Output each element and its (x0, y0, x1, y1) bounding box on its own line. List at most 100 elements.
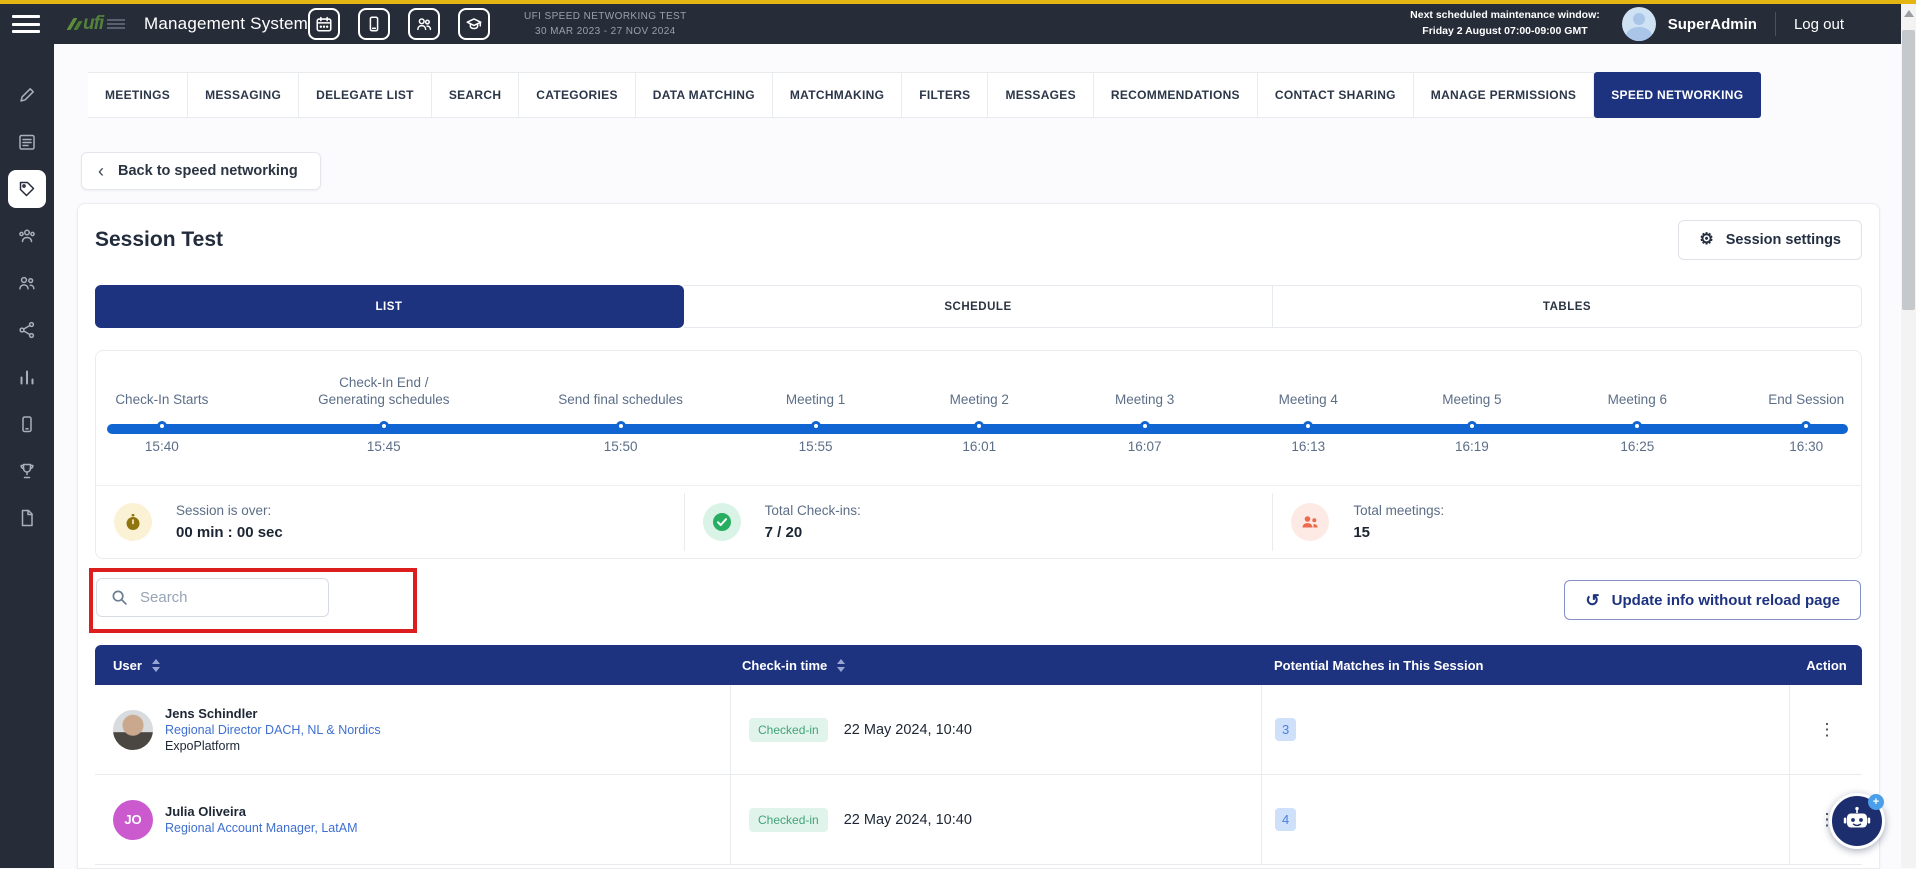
sidebar-item-community[interactable] (8, 217, 46, 255)
app-title: Management System (144, 14, 308, 34)
calendar-icon (315, 15, 333, 33)
main-content: MEETINGSMESSAGINGDELEGATE LISTSEARCHCATE… (54, 44, 1901, 868)
stat-label: Total meetings: (1353, 503, 1444, 518)
module-tab[interactable]: CATEGORIES (519, 72, 635, 118)
view-tab[interactable]: LIST (95, 285, 684, 328)
milestone-label: Send final schedules (511, 369, 731, 409)
update-info-button[interactable]: ↺ Update info without reload page (1564, 580, 1861, 620)
hamburger-menu-icon[interactable] (12, 15, 40, 33)
gear-icon: ⚙ (1699, 232, 1713, 248)
scroll-up-icon[interactable] (1904, 10, 1914, 17)
event-info: UFI SPEED NETWORKING TEST 30 MAR 2023 - … (524, 9, 687, 40)
module-tab[interactable]: RECOMMENDATIONS (1094, 72, 1258, 118)
check-circle-icon (711, 511, 733, 533)
divider (1775, 12, 1776, 36)
user-name: Julia Oliveira (165, 804, 357, 819)
module-tab[interactable]: DATA MATCHING (636, 72, 773, 118)
sidebar-item-edit[interactable] (8, 76, 46, 114)
session-card: Session Test ⚙ Session settings LISTSCHE… (77, 203, 1880, 869)
status-badge: Checked-in (749, 718, 828, 742)
edit-icon (17, 85, 37, 105)
stat-item: Session is over: 00 min : 00 sec (96, 493, 684, 551)
sidebar-item-documents[interactable] (8, 499, 46, 537)
sidebar-item-analytics[interactable] (8, 358, 46, 396)
row-avatar: JO (113, 800, 153, 840)
row-avatar (113, 710, 153, 750)
user-title-link[interactable]: Regional Director DACH, NL & Nordics (165, 723, 381, 737)
search-box[interactable] (96, 578, 329, 617)
checkin-time: 22 May 2024, 10:40 (844, 722, 972, 738)
annotation-highlight-box (89, 568, 417, 633)
module-tab[interactable]: MESSAGES (988, 72, 1093, 118)
chatbot-button[interactable]: + (1829, 793, 1885, 849)
view-tab[interactable]: TABLES (1273, 285, 1862, 328)
sidebar-item-share[interactable] (8, 311, 46, 349)
milestone-dot-icon (1467, 421, 1477, 431)
sort-icon[interactable] (152, 659, 160, 672)
stat-value: 15 (1353, 524, 1444, 541)
maintenance-notice: Next scheduled maintenance window: Frida… (1410, 8, 1600, 40)
milestone-time: 15:45 (274, 439, 494, 454)
page-scrollbar[interactable] (1901, 4, 1916, 868)
module-tab[interactable]: MESSAGING (188, 72, 299, 118)
milestone-label: End Session (1696, 369, 1880, 409)
module-tab[interactable]: MANAGE PERMISSIONS (1414, 72, 1594, 118)
sort-icon[interactable] (837, 659, 845, 672)
sidebar-item-leaderboard[interactable] (8, 452, 46, 490)
milestone-time: 15:40 (77, 439, 272, 454)
module-tab[interactable]: SEARCH (432, 72, 519, 118)
stopwatch-icon (122, 511, 144, 533)
user-name: Jens Schindler (165, 706, 381, 721)
users-button[interactable] (408, 8, 440, 40)
row-menu-button[interactable]: ⋮ (1813, 716, 1841, 744)
module-tab[interactable]: FILTERS (902, 72, 988, 118)
column-header-checkin[interactable]: Check-in time (730, 645, 1261, 685)
module-tab[interactable]: CONTACT SHARING (1258, 72, 1414, 118)
education-button[interactable] (458, 8, 490, 40)
milestone-dot-icon (1632, 421, 1642, 431)
people-icon (415, 15, 433, 33)
timeline-milestone: Check-In End / Generating schedules 15:4… (274, 369, 494, 454)
meetings-icon (1299, 511, 1321, 533)
module-tab[interactable]: MEETINGS (88, 72, 188, 118)
user-title-link[interactable]: Regional Account Manager, LatAM (165, 821, 357, 835)
stat-item: Total Check-ins: 7 / 20 (684, 493, 1273, 551)
sidebar-item-sessions[interactable] (8, 170, 46, 208)
table-row: JO Julia Oliveira Regional Account Manag… (95, 775, 1862, 865)
sidebar-item-feed[interactable] (8, 123, 46, 161)
logo-text: ufi (83, 13, 103, 35)
back-button[interactable]: ‹ Back to speed networking (81, 152, 321, 190)
top-accent-strip (0, 0, 1916, 4)
module-tab[interactable]: SPEED NETWORKING (1594, 72, 1761, 118)
feed-icon (17, 132, 37, 152)
search-icon (111, 589, 128, 606)
milestone-dot-icon (974, 421, 984, 431)
sidebar-item-people[interactable] (8, 264, 46, 302)
stat-label: Session is over: (176, 503, 283, 518)
refresh-icon: ↺ (1585, 592, 1599, 609)
logo-microtext (107, 19, 125, 29)
event-dates: 30 MAR 2023 - 27 NOV 2024 (524, 24, 687, 40)
user-avatar[interactable] (1622, 7, 1656, 41)
timeline-milestone: End Session 16:30 (1696, 369, 1880, 454)
column-header-user[interactable]: User (95, 645, 730, 685)
mobile-app-button[interactable] (358, 8, 390, 40)
logout-button[interactable]: Log out (1794, 16, 1844, 33)
stat-value: 7 / 20 (765, 524, 861, 541)
search-input[interactable] (140, 589, 300, 606)
matches-count-badge[interactable]: 4 (1275, 808, 1296, 831)
milestone-dot-icon (811, 421, 821, 431)
milestone-time: 15:50 (511, 439, 731, 454)
view-tab[interactable]: SCHEDULE (684, 285, 1273, 328)
module-tab[interactable]: DELEGATE LIST (299, 72, 432, 118)
calendar-button[interactable] (308, 8, 340, 40)
matches-count-badge[interactable]: 3 (1275, 718, 1296, 741)
checkin-time: 22 May 2024, 10:40 (844, 812, 972, 828)
milestone-dot-icon (1801, 421, 1811, 431)
session-settings-button[interactable]: ⚙ Session settings (1678, 220, 1862, 260)
scrollbar-thumb[interactable] (1902, 30, 1915, 310)
sidebar-item-mobile[interactable] (8, 405, 46, 443)
timeline-milestone: Send final schedules 15:50 (511, 369, 731, 454)
module-tab[interactable]: MATCHMAKING (773, 72, 902, 118)
event-name: UFI SPEED NETWORKING TEST (524, 9, 687, 25)
